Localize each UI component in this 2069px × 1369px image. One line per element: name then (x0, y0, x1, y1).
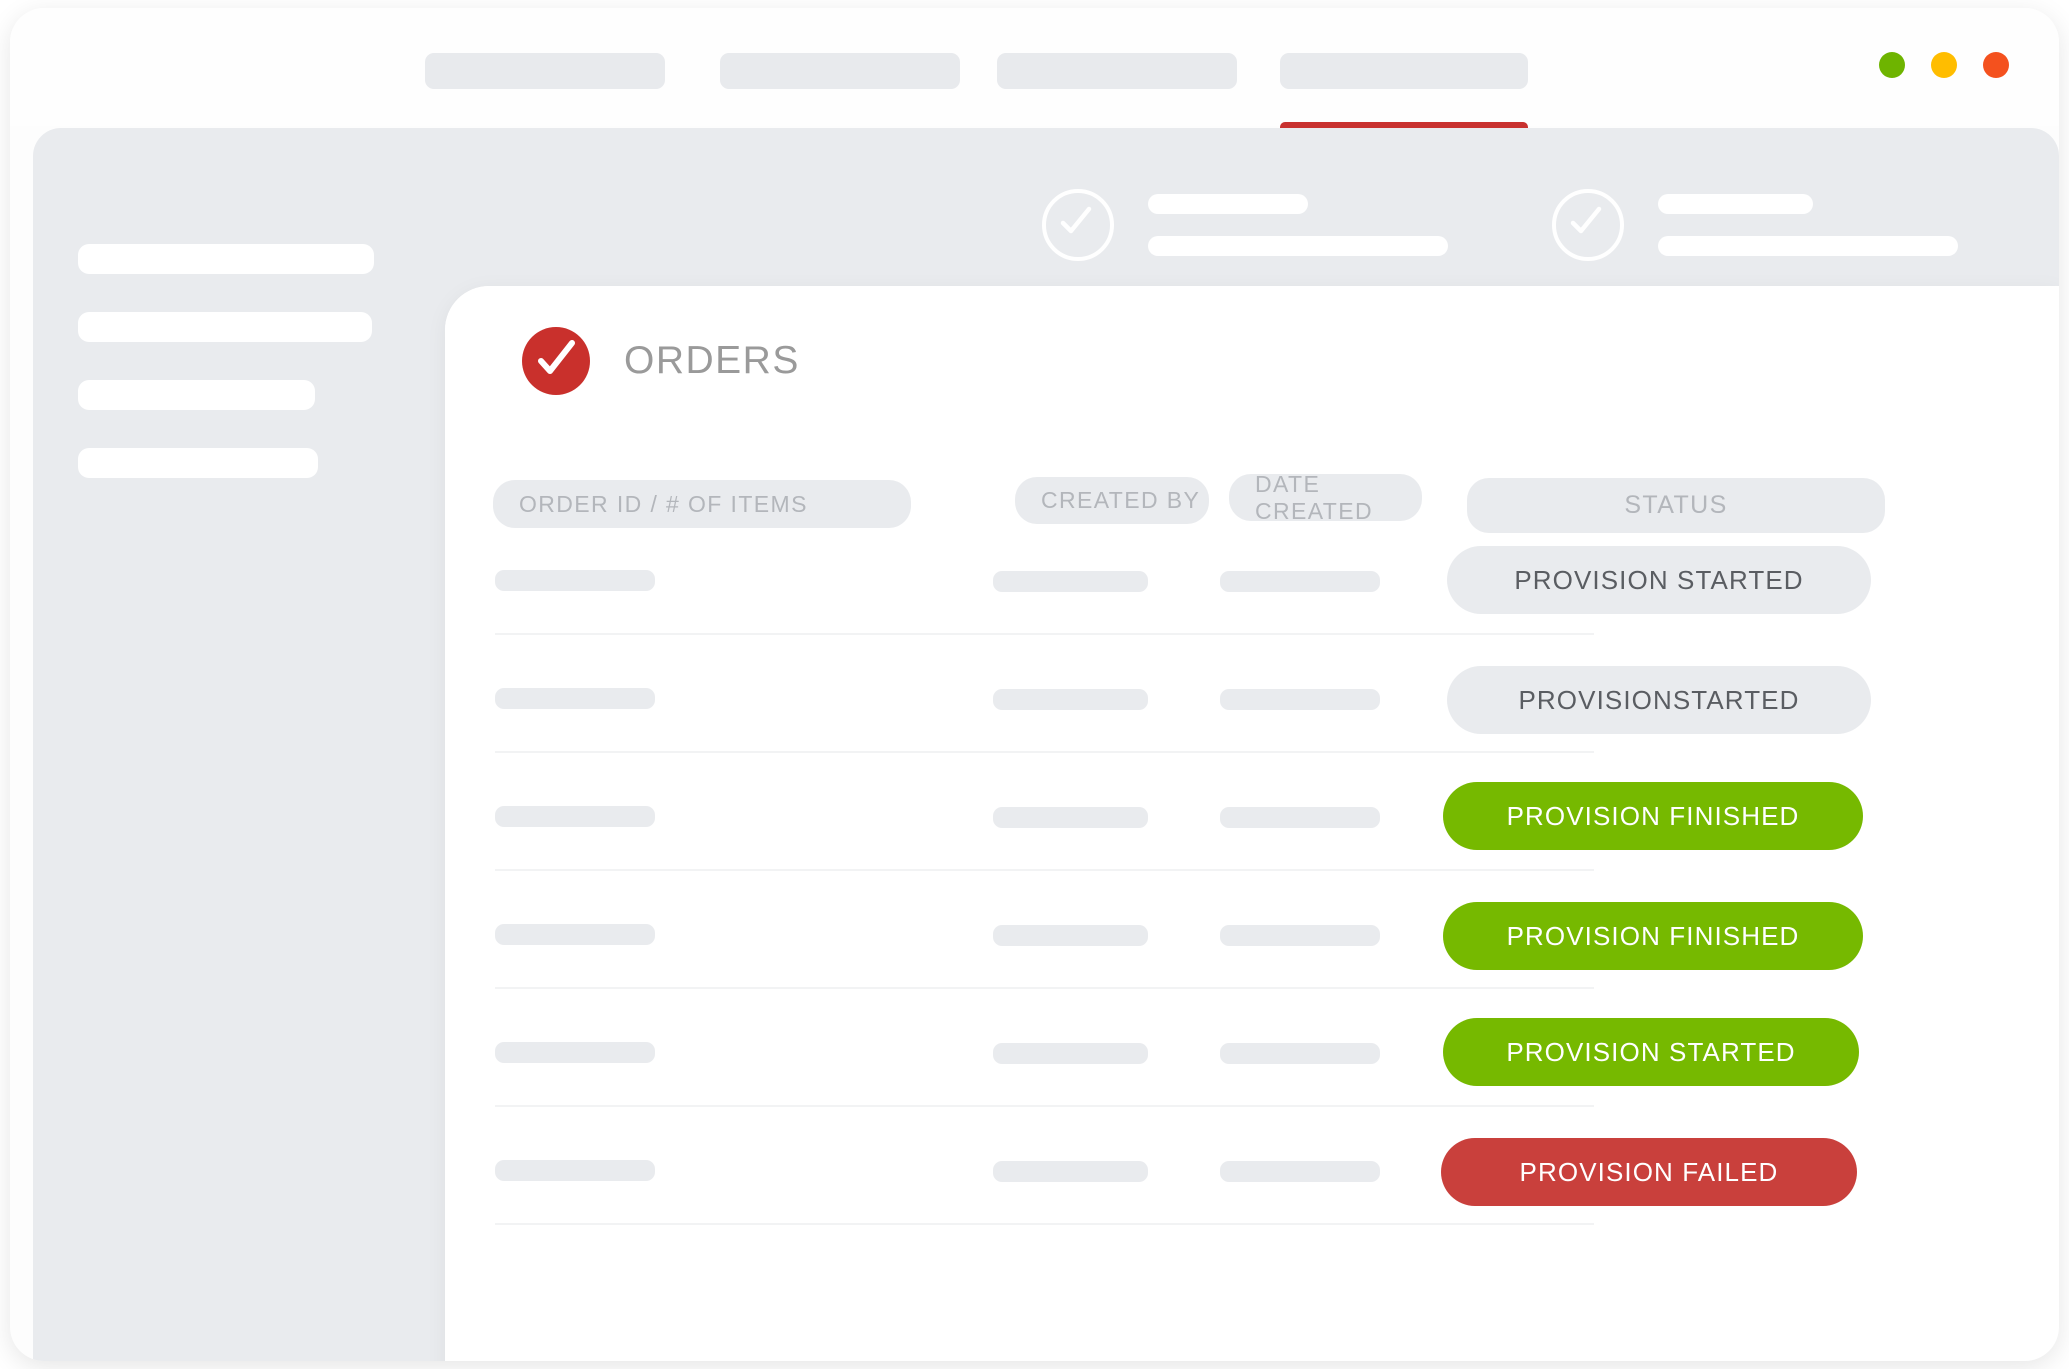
window-controls (1879, 52, 2009, 78)
minimize-button[interactable] (1879, 52, 1905, 78)
check-mark-icon (1570, 206, 1602, 234)
cell-order-id-placeholder (495, 570, 655, 591)
browser-tab-1[interactable] (425, 53, 665, 89)
browser-chrome (10, 8, 2059, 126)
section-tabs (422, 164, 2042, 286)
tab-placeholder-lines (1148, 194, 1448, 256)
cell-created-by-placeholder (993, 1043, 1148, 1064)
cell-order-id-placeholder (495, 924, 655, 945)
tab-placeholder-line-2 (1148, 236, 1448, 256)
cell-date-created-placeholder (1220, 925, 1380, 946)
check-mark-icon (1060, 206, 1092, 234)
column-header-order-id[interactable]: ORDER ID / # OF ITEMS (493, 480, 911, 528)
check-mark-icon (538, 340, 575, 374)
check-circle-outline-icon (1552, 189, 1624, 261)
status-badge[interactable]: PROVISION FINISHED (1443, 782, 1863, 850)
tab-orders-label: ORDERS (624, 339, 800, 382)
row-divider (495, 1105, 1594, 1107)
browser-tab-4[interactable] (1280, 53, 1528, 89)
cell-date-created-placeholder (1220, 571, 1380, 592)
table-row[interactable]: PROVISION FINISHED (445, 776, 2059, 894)
status-badge[interactable]: PROVISION STARTED (1447, 546, 1871, 614)
check-circle-outline-icon (1042, 189, 1114, 261)
browser-tab-2[interactable] (720, 53, 960, 89)
cell-order-id-placeholder (495, 806, 655, 827)
maximize-button[interactable] (1931, 52, 1957, 78)
tab-placeholder-line-1 (1148, 194, 1308, 214)
cell-created-by-placeholder (993, 571, 1148, 592)
cell-date-created-placeholder (1220, 1043, 1380, 1064)
sidebar (78, 244, 398, 516)
check-circle-filled-icon (522, 327, 590, 395)
cell-created-by-placeholder (993, 1161, 1148, 1182)
table-row[interactable]: PROVISION STARTED (445, 540, 2059, 658)
app-panel: ORDERS ORDER ID / # OF ITEMS CREATED BY … (33, 128, 2059, 1361)
tab-inactive-1[interactable] (1042, 164, 1512, 286)
cell-created-by-placeholder (993, 807, 1148, 828)
table-row[interactable]: PROVISIONSTARTED (445, 658, 2059, 776)
orders-table: ORDER ID / # OF ITEMS CREATED BY DATE CR… (445, 436, 2059, 1248)
cell-created-by-placeholder (993, 689, 1148, 710)
cell-date-created-placeholder (1220, 1161, 1380, 1182)
sidebar-item-2[interactable] (78, 312, 372, 342)
row-divider (495, 633, 1594, 635)
row-divider (495, 1223, 1594, 1225)
status-badge[interactable]: PROVISION FINISHED (1443, 902, 1863, 970)
status-badge[interactable]: PROVISION STARTED (1443, 1018, 1859, 1086)
sidebar-item-3[interactable] (78, 380, 315, 410)
browser-window: ORDERS ORDER ID / # OF ITEMS CREATED BY … (10, 8, 2059, 1361)
tab-placeholder-line-1 (1658, 194, 1813, 214)
cell-date-created-placeholder (1220, 689, 1380, 710)
sidebar-item-1[interactable] (78, 244, 374, 274)
row-divider (495, 751, 1594, 753)
cell-order-id-placeholder (495, 688, 655, 709)
tab-orders[interactable]: ORDERS (445, 286, 1025, 436)
table-row[interactable]: PROVISION FAILED (445, 1130, 2059, 1248)
tab-placeholder-line-2 (1658, 236, 1958, 256)
sidebar-item-4[interactable] (78, 448, 318, 478)
cell-date-created-placeholder (1220, 807, 1380, 828)
cell-created-by-placeholder (993, 925, 1148, 946)
cell-order-id-placeholder (495, 1042, 655, 1063)
orders-table-body: PROVISION STARTED PROVISIONSTARTED PROVI… (445, 540, 2059, 1248)
status-badge[interactable]: PROVISIONSTARTED (1447, 666, 1871, 734)
column-header-date-created[interactable]: DATE CREATED (1229, 471, 1422, 524)
browser-tab-3[interactable] (997, 53, 1237, 89)
tab-inactive-2[interactable] (1552, 164, 2022, 286)
screenshot-root: ORDERS ORDER ID / # OF ITEMS CREATED BY … (0, 0, 2069, 1369)
row-divider (495, 869, 1594, 871)
orders-table-header: ORDER ID / # OF ITEMS CREATED BY DATE CR… (445, 436, 2059, 533)
column-header-status[interactable]: STATUS (1467, 478, 1885, 533)
tab-placeholder-lines (1658, 194, 1958, 256)
column-header-created-by[interactable]: CREATED BY (1015, 477, 1209, 524)
status-badge[interactable]: PROVISION FAILED (1441, 1138, 1857, 1206)
cell-order-id-placeholder (495, 1160, 655, 1181)
orders-card: ORDERS ORDER ID / # OF ITEMS CREATED BY … (445, 286, 2059, 1361)
table-row[interactable]: PROVISION STARTED (445, 1012, 2059, 1130)
close-button[interactable] (1983, 52, 2009, 78)
row-divider (495, 987, 1594, 989)
table-row[interactable]: PROVISION FINISHED (445, 894, 2059, 1012)
